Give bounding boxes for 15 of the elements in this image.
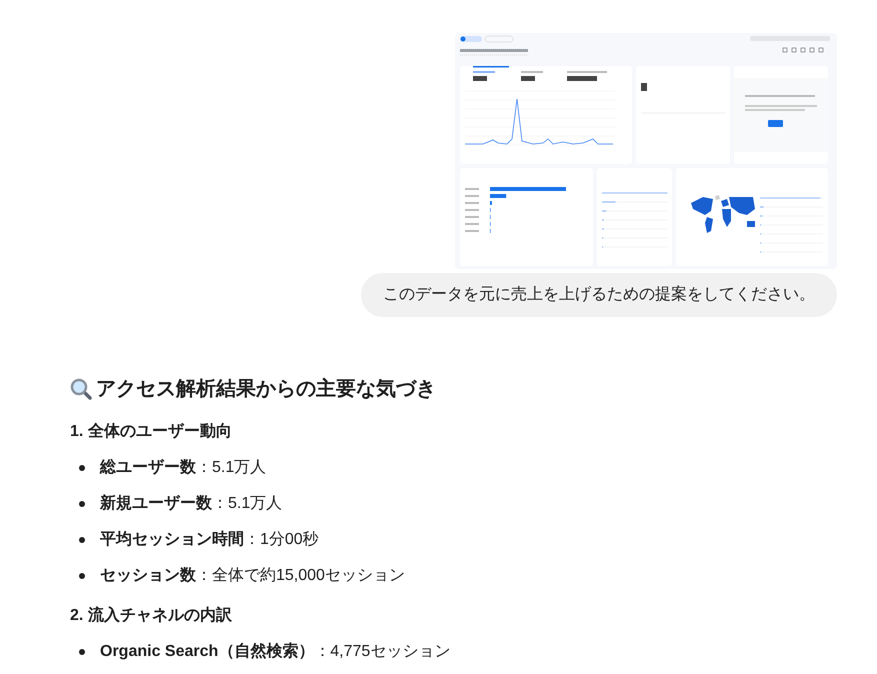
list-item-text: 総ユーザー数：5.1万人	[100, 458, 266, 478]
bullet-icon	[79, 649, 85, 655]
bullet-icon	[79, 573, 85, 579]
subsection-title: 1. 全体のユーザー動向	[70, 422, 233, 442]
magnifier-icon	[70, 378, 92, 400]
list-item-text: セッション数：全体で約15,000セッション	[100, 566, 405, 586]
list-item-text: Organic Search（自然検索）：4,775セッション	[100, 641, 450, 662]
list-item-text: 平均セッション時間：1分00秒	[100, 530, 319, 550]
bullet-icon	[79, 465, 85, 471]
list-item-text: 新規ユーザー数：5.1万人	[100, 493, 282, 514]
user-message: このデータを元に売上を上げるための提案をしてください。	[361, 273, 837, 317]
subsection-title: 2. 流入チャネルの内訳	[70, 605, 233, 626]
section-heading: アクセス解析結果からの主要な気づき	[96, 376, 436, 402]
bullet-icon	[79, 537, 85, 543]
bullet-icon	[79, 501, 85, 507]
